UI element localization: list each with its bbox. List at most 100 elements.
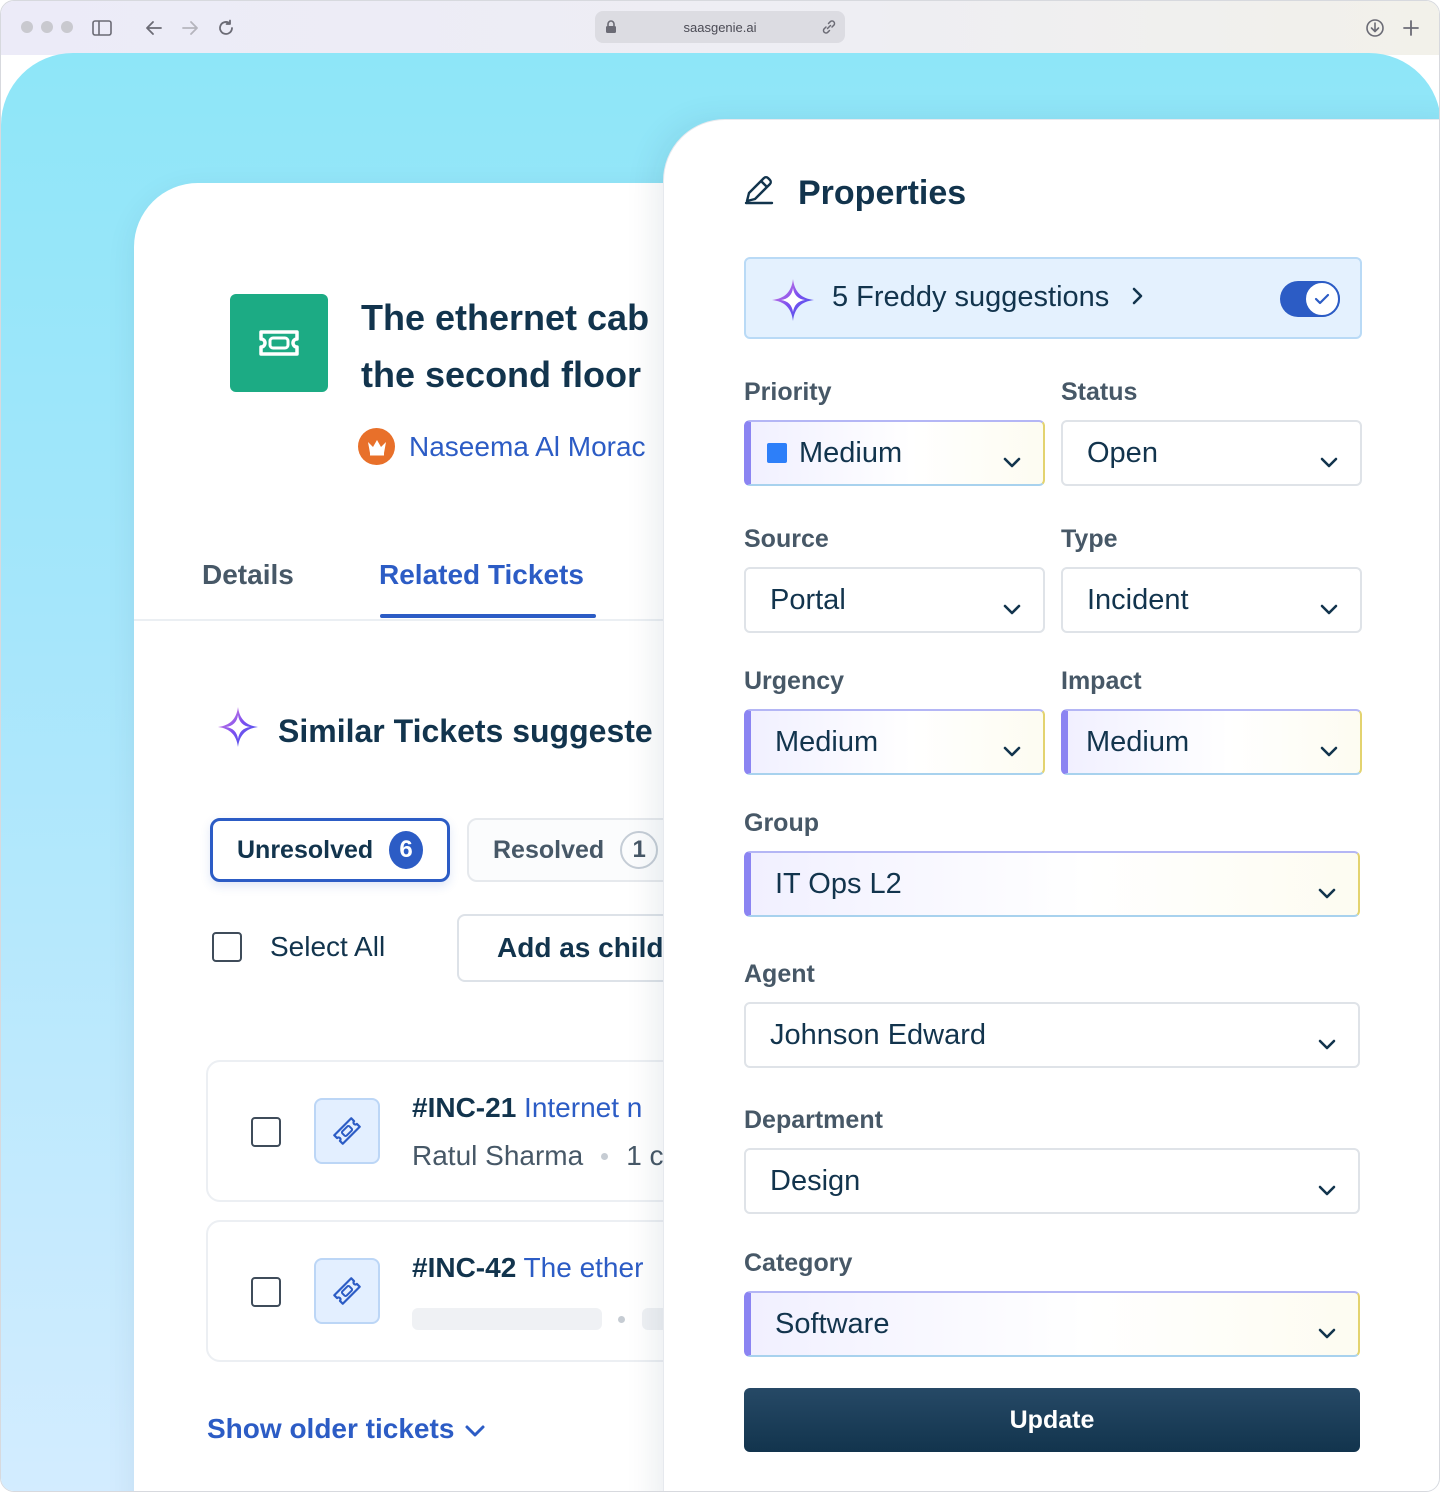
chevron-down-icon [1320, 733, 1338, 766]
chevron-down-icon [1320, 591, 1338, 624]
priority-label: Priority [744, 378, 832, 406]
zoom-window-button[interactable] [61, 21, 73, 33]
row-title[interactable]: #INC-42 The ether [412, 1252, 643, 1284]
source-label: Source [744, 525, 829, 553]
filter-unresolved-label: Unresolved [237, 835, 374, 864]
tab-details[interactable]: Details [202, 559, 294, 591]
ticket-tabs: Details Related Tickets [134, 559, 734, 621]
department-value: Design [770, 1164, 861, 1197]
crown-icon [358, 428, 395, 465]
similar-tickets-title: Similar Tickets suggeste [278, 712, 653, 749]
row-checkbox[interactable] [251, 1277, 281, 1307]
select-all-checkbox[interactable] [212, 932, 242, 962]
loading-placeholder [412, 1308, 602, 1330]
chevron-right-icon [1131, 281, 1145, 314]
status-dropdown[interactable]: Open [1061, 420, 1362, 486]
impact-value: Medium [1086, 725, 1190, 758]
category-value: Software [775, 1307, 890, 1340]
active-tab-indicator [380, 614, 596, 618]
reload-icon[interactable] [213, 15, 239, 41]
link-icon[interactable] [821, 19, 837, 38]
freddy-toggle[interactable] [1280, 281, 1340, 317]
urgency-dropdown[interactable]: Medium [744, 709, 1045, 775]
chevron-down-icon [1318, 1172, 1336, 1205]
row-checkbox[interactable] [251, 1117, 281, 1147]
urgency-label: Urgency [744, 667, 845, 695]
freddy-suggestions-link[interactable]: 5 Freddy suggestions [832, 281, 1145, 314]
group-value: IT Ops L2 [775, 867, 902, 900]
sparkle-icon [770, 277, 816, 328]
department-label: Department [744, 1106, 883, 1134]
group-dropdown[interactable]: IT Ops L2 [744, 851, 1360, 917]
sidebar-toggle-icon[interactable] [89, 15, 115, 41]
chevron-down-icon [1003, 591, 1021, 624]
freddy-suggestions-label: 5 Freddy suggestions [832, 281, 1110, 313]
show-older-label: Show older tickets [207, 1413, 455, 1444]
meta-separator [601, 1152, 609, 1160]
filter-resolved-label: Resolved [493, 835, 605, 864]
address-bar[interactable]: saasgenie.ai [595, 11, 845, 43]
priority-color-swatch [767, 443, 787, 463]
requester-name[interactable]: Naseema Al Morac [409, 431, 646, 463]
filter-unresolved[interactable]: Unresolved 6 [210, 818, 450, 882]
agent-value: Johnson Edward [770, 1018, 987, 1051]
arrow-left-icon[interactable] [141, 15, 167, 41]
update-button[interactable]: Update [744, 1388, 1360, 1452]
priority-value: Medium [799, 436, 903, 469]
row-ticket-subject[interactable]: The ether [524, 1252, 644, 1283]
type-value: Incident [1087, 583, 1189, 616]
freddy-suggestions-banner[interactable]: 5 Freddy suggestions [744, 257, 1362, 339]
impact-dropdown[interactable]: Medium [1061, 709, 1362, 775]
download-icon[interactable] [1362, 15, 1388, 41]
resolved-count-badge: 1 [620, 831, 659, 869]
row-time: 1 c [626, 1140, 664, 1171]
chevron-down-icon [1320, 444, 1338, 477]
status-value: Open [1087, 436, 1158, 469]
row-title[interactable]: #INC-21 Internet n [412, 1092, 642, 1124]
row-ticket-number: #INC-42 [412, 1252, 517, 1283]
minimize-window-button[interactable] [41, 21, 53, 33]
row-agent: Ratul Sharma [412, 1140, 584, 1171]
type-dropdown[interactable]: Incident [1061, 567, 1362, 633]
agent-dropdown[interactable]: Johnson Edward [744, 1002, 1360, 1068]
department-dropdown[interactable]: Design [744, 1148, 1360, 1214]
ticket-icon [230, 294, 328, 392]
select-all[interactable]: Select All [212, 931, 385, 963]
chevron-down-icon [1318, 1315, 1336, 1348]
select-all-label: Select All [270, 931, 386, 962]
pencil-icon [742, 172, 776, 215]
row-meta: Ratul Sharma 1 c [412, 1140, 664, 1172]
category-dropdown[interactable]: Software [744, 1291, 1360, 1357]
arrow-right-icon[interactable] [177, 15, 203, 41]
plus-icon[interactable] [1398, 15, 1424, 41]
status-label: Status [1061, 378, 1138, 406]
requester[interactable]: Naseema Al Morac [358, 428, 646, 465]
browser-toolbar: saasgenie.ai [1, 1, 1439, 55]
properties-header: Properties [742, 172, 966, 215]
row-ticket-subject[interactable]: Internet n [524, 1092, 642, 1123]
row-ticket-number: #INC-21 [412, 1092, 517, 1123]
urgency-value: Medium [775, 725, 879, 758]
tab-related-tickets[interactable]: Related Tickets [379, 559, 584, 591]
chevron-down-icon [1003, 733, 1021, 766]
agent-label: Agent [744, 960, 815, 988]
show-older-tickets-link[interactable]: Show older tickets [207, 1413, 486, 1445]
chevron-down-icon [1003, 444, 1021, 477]
ticket-row[interactable]: #INC-21 Internet n Ratul Sharma 1 c [206, 1060, 734, 1202]
ticket-row[interactable]: #INC-42 The ether [206, 1220, 734, 1362]
browser-window: saasgenie.ai The ethernet cab the second… [0, 0, 1440, 1492]
check-icon [1304, 281, 1340, 317]
source-dropdown[interactable]: Portal [744, 567, 1045, 633]
page-background: The ethernet cab the second floor Naseem… [1, 53, 1439, 1491]
unresolved-count-badge: 6 [389, 831, 423, 869]
category-label: Category [744, 1249, 853, 1277]
sparkle-icon [216, 705, 260, 757]
chevron-down-icon [1318, 1026, 1336, 1059]
meta-separator [618, 1316, 625, 1323]
priority-dropdown[interactable]: Medium [744, 420, 1045, 486]
add-as-child-label: Add as child [497, 932, 664, 963]
ticket-card: The ethernet cab the second floor Naseem… [134, 183, 734, 1491]
chevron-down-icon [464, 1413, 486, 1445]
close-window-button[interactable] [21, 21, 33, 33]
type-label: Type [1061, 525, 1118, 553]
